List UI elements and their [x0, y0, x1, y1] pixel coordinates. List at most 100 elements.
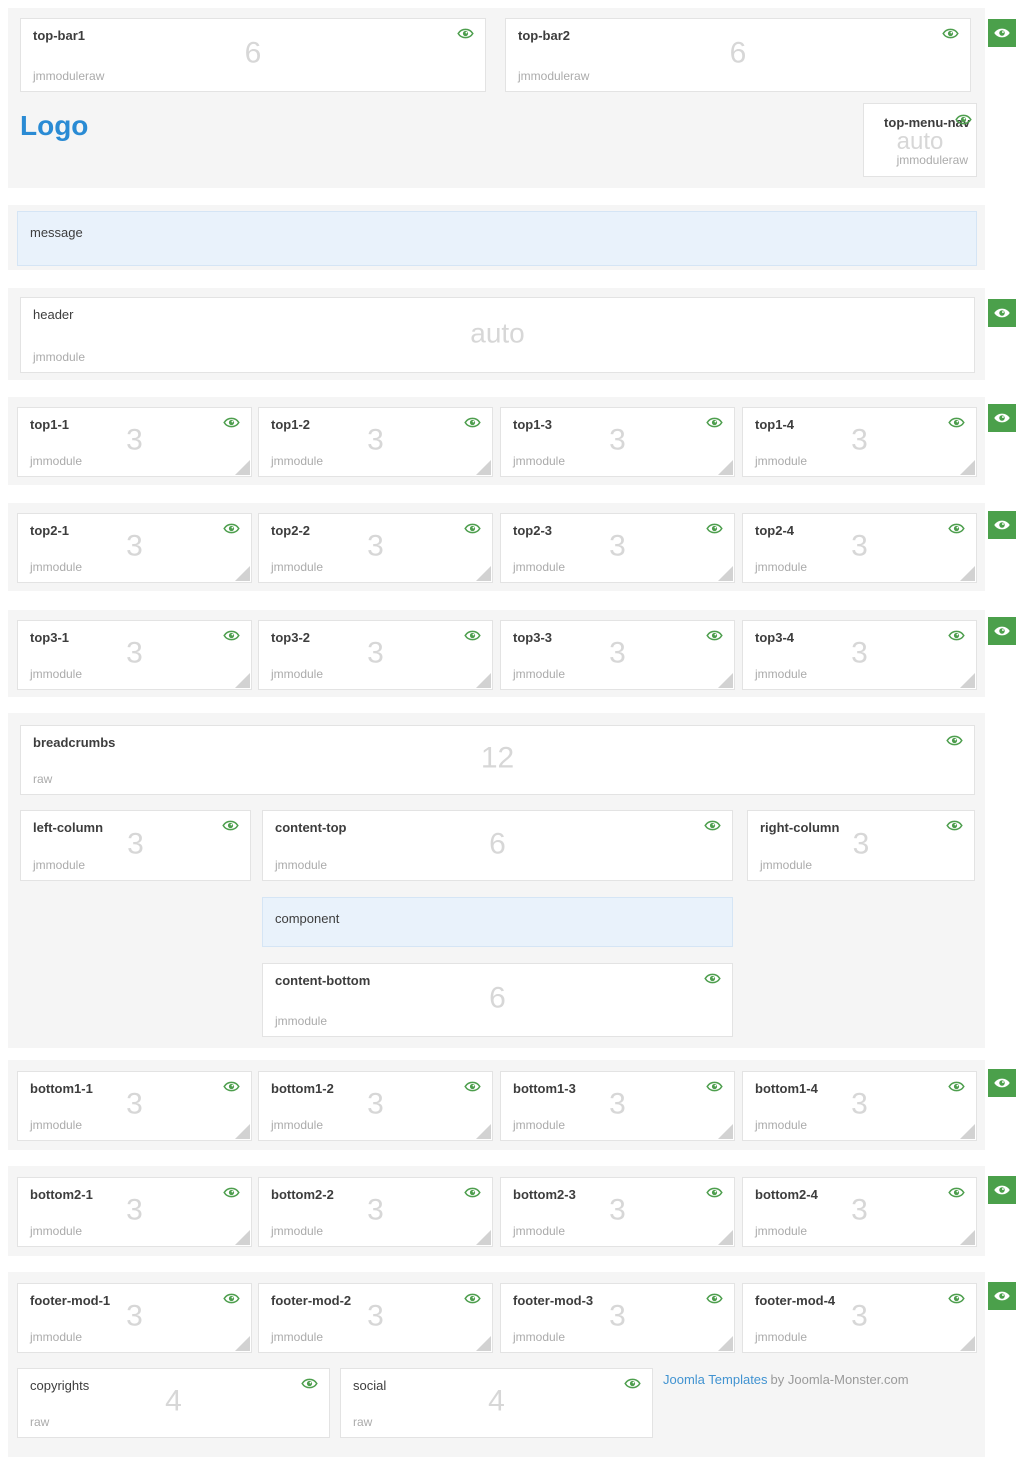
eye-icon[interactable]	[704, 972, 721, 985]
position-social: social 4 raw	[340, 1368, 653, 1438]
eye-icon[interactable]	[464, 629, 481, 642]
eye-icon[interactable]	[704, 819, 721, 832]
joomla-templates-link[interactable]: Joomla Templates	[663, 1372, 768, 1387]
section-message: message	[8, 205, 985, 270]
resize-handle[interactable]	[235, 1124, 250, 1139]
resize-handle[interactable]	[960, 1336, 975, 1351]
row-visibility-toggle-top3[interactable]	[988, 617, 1016, 645]
resize-handle[interactable]	[960, 460, 975, 475]
eye-icon[interactable]	[464, 1292, 481, 1305]
section-footer: footer-mod-1 3 jmmodule footer-mod-2 3 j…	[8, 1272, 985, 1457]
resize-handle[interactable]	[718, 1336, 733, 1351]
position-type-label: jmmodule	[33, 350, 85, 364]
position-grid-size: 3	[743, 530, 976, 564]
position-type-label: jmmodule	[30, 1224, 82, 1238]
eye-icon[interactable]	[301, 1377, 318, 1390]
eye-icon[interactable]	[948, 522, 965, 535]
eye-icon[interactable]	[946, 734, 963, 747]
eye-icon[interactable]	[942, 27, 959, 40]
eye-icon[interactable]	[223, 1292, 240, 1305]
resize-handle[interactable]	[960, 566, 975, 581]
eye-icon[interactable]	[223, 1186, 240, 1199]
eye-icon[interactable]	[706, 522, 723, 535]
eye-icon[interactable]	[706, 629, 723, 642]
resize-handle[interactable]	[718, 566, 733, 581]
position-top1-3: top1-3 3 jmmodule	[500, 407, 735, 477]
eye-icon[interactable]	[223, 629, 240, 642]
eye-icon[interactable]	[223, 522, 240, 535]
resize-handle[interactable]	[235, 1336, 250, 1351]
row-visibility-toggle-bottom2[interactable]	[988, 1176, 1016, 1204]
resize-handle[interactable]	[960, 673, 975, 688]
eye-icon[interactable]	[464, 1080, 481, 1093]
position-type-label: jmmodule	[755, 667, 807, 681]
resize-handle[interactable]	[476, 566, 491, 581]
position-grid-size: 6	[263, 827, 732, 861]
position-type-label: jmmodule	[513, 1330, 565, 1344]
row-visibility-toggle-header[interactable]	[988, 299, 1016, 327]
resize-handle[interactable]	[235, 460, 250, 475]
eye-icon[interactable]	[948, 1292, 965, 1305]
resize-handle[interactable]	[235, 673, 250, 688]
eye-icon[interactable]	[464, 416, 481, 429]
eye-icon[interactable]	[223, 416, 240, 429]
eye-icon[interactable]	[948, 629, 965, 642]
resize-handle[interactable]	[718, 673, 733, 688]
row-visibility-toggle-footer[interactable]	[988, 1282, 1016, 1310]
position-type-label: jmmodule	[271, 1118, 323, 1132]
position-type-label: jmmodule	[755, 1224, 807, 1238]
eye-icon[interactable]	[948, 1080, 965, 1093]
resize-handle[interactable]	[718, 1230, 733, 1245]
position-footer-mod-4: footer-mod-4 3 jmmodule	[742, 1283, 977, 1353]
eye-icon[interactable]	[948, 1186, 965, 1199]
position-type-label: jmmodule	[271, 1330, 323, 1344]
resize-handle[interactable]	[718, 460, 733, 475]
position-top2-4: top2-4 3 jmmodule	[742, 513, 977, 583]
logo-text: Logo	[20, 110, 88, 142]
resize-handle[interactable]	[718, 1124, 733, 1139]
row-visibility-toggle-top1[interactable]	[988, 404, 1016, 432]
eye-icon[interactable]	[955, 113, 972, 126]
position-grid-size: 3	[18, 1194, 251, 1228]
resize-handle[interactable]	[476, 460, 491, 475]
eye-icon[interactable]	[948, 416, 965, 429]
row-visibility-toggle-top2[interactable]	[988, 511, 1016, 539]
position-grid-size: 3	[743, 1088, 976, 1122]
position-top1-4: top1-4 3 jmmodule	[742, 407, 977, 477]
eye-icon[interactable]	[706, 1292, 723, 1305]
resize-handle[interactable]	[960, 1124, 975, 1139]
resize-handle[interactable]	[476, 1124, 491, 1139]
eye-icon[interactable]	[222, 819, 239, 832]
position-grid-size: 3	[501, 424, 734, 458]
eye-icon[interactable]	[624, 1377, 641, 1390]
position-header: header auto jmmodule	[20, 297, 975, 373]
eye-icon[interactable]	[706, 1186, 723, 1199]
eye-icon[interactable]	[706, 416, 723, 429]
position-grid-size: 6	[263, 982, 732, 1016]
eye-icon[interactable]	[464, 1186, 481, 1199]
eye-icon[interactable]	[464, 522, 481, 535]
resize-handle[interactable]	[960, 1230, 975, 1245]
eye-icon[interactable]	[223, 1080, 240, 1093]
position-bottom2-2: bottom2-2 3 jmmodule	[258, 1177, 493, 1247]
position-type-label: jmmodule	[271, 1224, 323, 1238]
position-grid-size: 3	[743, 637, 976, 671]
position-type-label: jmmodule	[760, 858, 812, 872]
position-top-bar1: top-bar1 6 jmmoduleraw	[20, 18, 486, 92]
row-visibility-toggle-top[interactable]	[988, 19, 1016, 47]
resize-handle[interactable]	[476, 1336, 491, 1351]
position-type-label: jmmodule	[30, 1118, 82, 1132]
eye-icon[interactable]	[706, 1080, 723, 1093]
section-header: header auto jmmodule	[8, 288, 985, 380]
eye-icon[interactable]	[457, 27, 474, 40]
resize-handle[interactable]	[476, 673, 491, 688]
resize-handle[interactable]	[476, 1230, 491, 1245]
resize-handle[interactable]	[235, 1230, 250, 1245]
position-type-label: jmmodule	[30, 667, 82, 681]
position-top3-1: top3-1 3 jmmodule	[17, 620, 252, 690]
row-visibility-toggle-bottom1[interactable]	[988, 1069, 1016, 1097]
resize-handle[interactable]	[235, 566, 250, 581]
position-grid-size: 3	[18, 637, 251, 671]
eye-icon[interactable]	[946, 819, 963, 832]
position-type-label: jmmodule	[275, 1014, 327, 1028]
